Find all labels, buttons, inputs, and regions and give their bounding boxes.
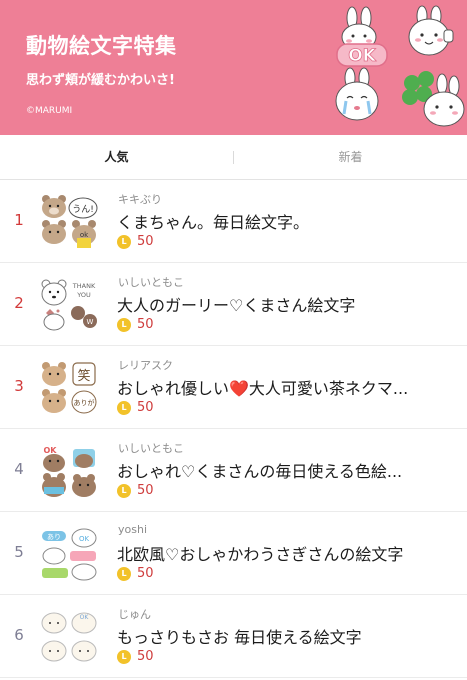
bear-emoji-thumbnail: 笑 ありが — [42, 362, 97, 414]
thumb-label: あり — [47, 533, 61, 541]
price-value: 50 — [137, 483, 154, 498]
sticker-title: おしゃれ♡くまさんの毎日使える色絵... — [117, 462, 403, 481]
thumb-label: 笑 — [77, 368, 90, 384]
coin-icon: L — [117, 484, 131, 498]
thumb-label: W — [87, 318, 94, 326]
author-name: yoshi — [118, 523, 147, 536]
thumb-label: YOU — [76, 291, 91, 299]
author-name: いしいともこ — [118, 442, 184, 455]
thumb-label: OK — [80, 614, 90, 621]
rank-number: 1 — [14, 211, 24, 229]
price-value: 50 — [137, 317, 154, 332]
list-item[interactable]: 3 笑 ありが レリアスク おしゃれ優しい❤️大人可愛い茶ネクマ... L 50 — [0, 347, 467, 429]
list-item[interactable]: 4 OK いしいともこ おしゃれ♡くまさんの毎日使える色絵... L 50 — [0, 430, 467, 512]
rank-number: 2 — [14, 294, 24, 312]
rank-number: 3 — [14, 377, 24, 395]
coin-icon: L — [117, 650, 131, 664]
coin-icon: L — [117, 318, 131, 332]
price-value: 50 — [137, 400, 154, 415]
sticker-title: くまちゃん。毎日絵文字。 — [117, 213, 310, 232]
thumb-label: OK — [44, 446, 58, 455]
author-name: レリアスク — [118, 359, 173, 372]
thumb-label: うん! — [72, 204, 94, 215]
bear-emoji-thumbnail: THANK YOU W — [41, 279, 97, 331]
list-item[interactable]: 2 THANK YOU W いしいともこ 大人のガーリー♡くまさん絵文字 L 5… — [0, 264, 467, 346]
list-item[interactable]: 5 あり OK yoshi 北欧風♡おしゃかわうさぎさんの絵文字 L 50 — [0, 513, 467, 595]
banner-title: 動物絵文字特集 — [26, 34, 177, 58]
svg-text:OK: OK — [348, 46, 376, 66]
tab-bar: 人気 新着 — [0, 135, 467, 180]
sticker-title: 大人のガーリー♡くまさん絵文字 — [117, 296, 356, 315]
fluffy-creature-emoji-thumbnail: OK — [41, 612, 97, 662]
list-item[interactable]: 6 OK じゅん もっさりもさお 毎日使える絵文字 L 50 — [0, 596, 467, 678]
thumb-label: THANK — [72, 282, 96, 290]
sticker-title: 北欧風♡おしゃかわうさぎさんの絵文字 — [117, 545, 404, 564]
bear-emoji-thumbnail: OK — [42, 446, 96, 497]
thumb-label: ok — [80, 231, 89, 239]
price-value: 50 — [137, 566, 154, 581]
author-name: いしいともこ — [118, 276, 184, 289]
rank-number: 6 — [14, 626, 24, 644]
coin-icon: L — [117, 401, 131, 415]
banner-copyright: ©MARUMI — [26, 106, 73, 116]
coin-icon: L — [117, 567, 131, 581]
sticker-title: もっさりもさお 毎日使える絵文字 — [117, 628, 362, 647]
list-item[interactable]: 1 うん! ok キキぶり くまちゃん。毎日絵文字。 L 50 — [0, 181, 467, 263]
author-name: じゅん — [118, 608, 151, 621]
coin-icon: L — [117, 235, 131, 249]
rank-number: 4 — [14, 460, 24, 478]
banner-subtitle: 思わず頬が緩むかわいさ! — [26, 73, 175, 88]
rabbit-stickers-illustration: OK — [335, 5, 465, 127]
rabbit-emoji-thumbnail: あり OK — [42, 528, 97, 581]
feature-banner[interactable]: 動物絵文字特集 思わず頬が緩むかわいさ! ©MARUMI OK — [0, 0, 467, 135]
thumb-label: ありが — [74, 398, 95, 407]
bear-emoji-thumbnail: うん! ok — [42, 195, 98, 248]
author-name: キキぶり — [118, 193, 162, 206]
rank-number: 5 — [14, 543, 24, 561]
price-value: 50 — [137, 234, 154, 249]
price-value: 50 — [137, 649, 154, 664]
tab-new[interactable]: 新着 — [234, 135, 467, 180]
thumb-label: OK — [79, 535, 90, 543]
sticker-title: おしゃれ優しい❤️大人可愛い茶ネクマ... — [117, 379, 409, 398]
tab-popular[interactable]: 人気 — [0, 135, 233, 180]
